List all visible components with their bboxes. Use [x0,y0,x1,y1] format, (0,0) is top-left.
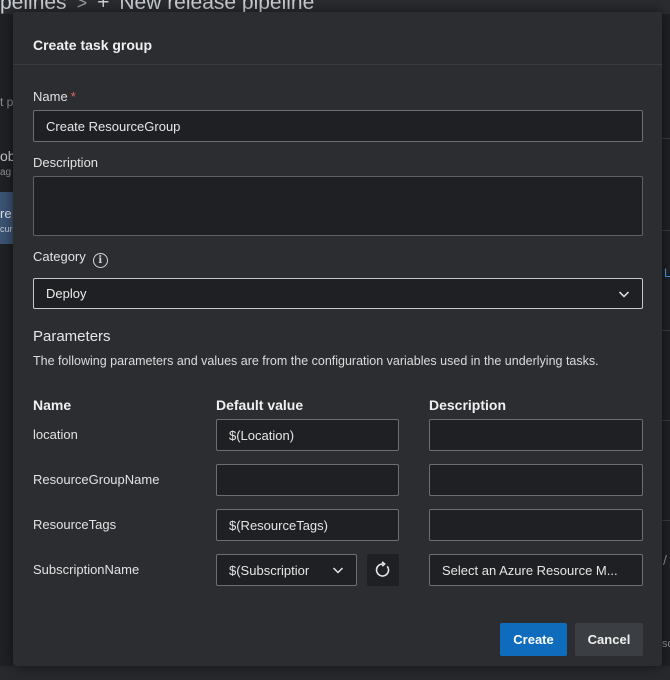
parameter-default-value: $(ResourceTags) [229,517,328,533]
background-divider [662,138,670,139]
name-label-text: Name [33,89,68,104]
background-text-fragment: re [0,206,12,221]
background-text-fragment: cur [0,224,13,234]
background-text-fragment: ob [0,148,14,164]
parameter-default-value: $(Subscriptior [229,562,310,578]
parameter-description-input[interactable] [429,419,643,451]
info-icon[interactable]: i [92,253,108,268]
parameter-default-input[interactable]: $(ResourceTags) [216,509,399,541]
chevron-down-icon [618,290,630,298]
chevron-down-icon [332,567,344,574]
background-text-fragment: ag [0,167,12,178]
parameter-description-input[interactable] [429,509,643,541]
background-divider [662,520,670,521]
category-select[interactable]: Deploy [33,278,643,309]
create-button[interactable]: Create [500,623,567,656]
name-input[interactable]: Create ResourceGroup [33,110,643,142]
name-input-value: Create ResourceGroup [46,118,181,134]
description-textarea[interactable] [33,176,643,236]
category-select-value: Deploy [46,286,87,301]
parameter-default-input[interactable] [216,464,399,496]
parameter-description-value: Select an Azure Resource M... [442,562,618,578]
refresh-button[interactable] [367,554,399,586]
background-footer [0,666,670,680]
parameter-name: location [33,427,78,442]
parameters-description: The following parameters and values are … [33,354,599,368]
refresh-icon [375,561,390,577]
background-text-fragment: t p [0,95,14,109]
parameter-name: SubscriptionName [33,562,140,577]
category-label: Category i [33,249,108,268]
description-label: Description [33,155,99,170]
background-text-fragment: / [663,552,667,568]
background-divider [662,330,670,331]
parameter-default-value: $(Location) [229,427,295,443]
column-header-default-value: Default value [216,397,304,413]
parameter-name: ResourceTags [33,517,117,532]
parameter-description-input[interactable] [429,464,643,496]
dialog-title: Create task group [33,37,153,53]
category-label-text: Category [33,249,86,264]
parameters-heading: Parameters [33,328,111,345]
column-header-name: Name [33,397,72,413]
required-indicator: * [70,89,76,104]
background-divider [662,420,670,421]
create-task-group-dialog: Create task group Name * Create ResourceG… [13,12,662,666]
background-divider [662,230,670,231]
parameter-name: ResourceGroupName [33,472,160,487]
name-label: Name * [33,89,76,104]
title-divider [13,64,662,65]
column-header-description: Description [429,397,507,413]
subscription-select[interactable]: $(Subscriptior [216,554,357,586]
subscription-description-input[interactable]: Select an Azure Resource M... [429,554,643,586]
background-text-fragment: L [664,266,670,280]
background-text-fragment: sc [662,638,670,650]
parameter-default-input[interactable]: $(Location) [216,419,399,451]
cancel-button[interactable]: Cancel [575,623,643,656]
